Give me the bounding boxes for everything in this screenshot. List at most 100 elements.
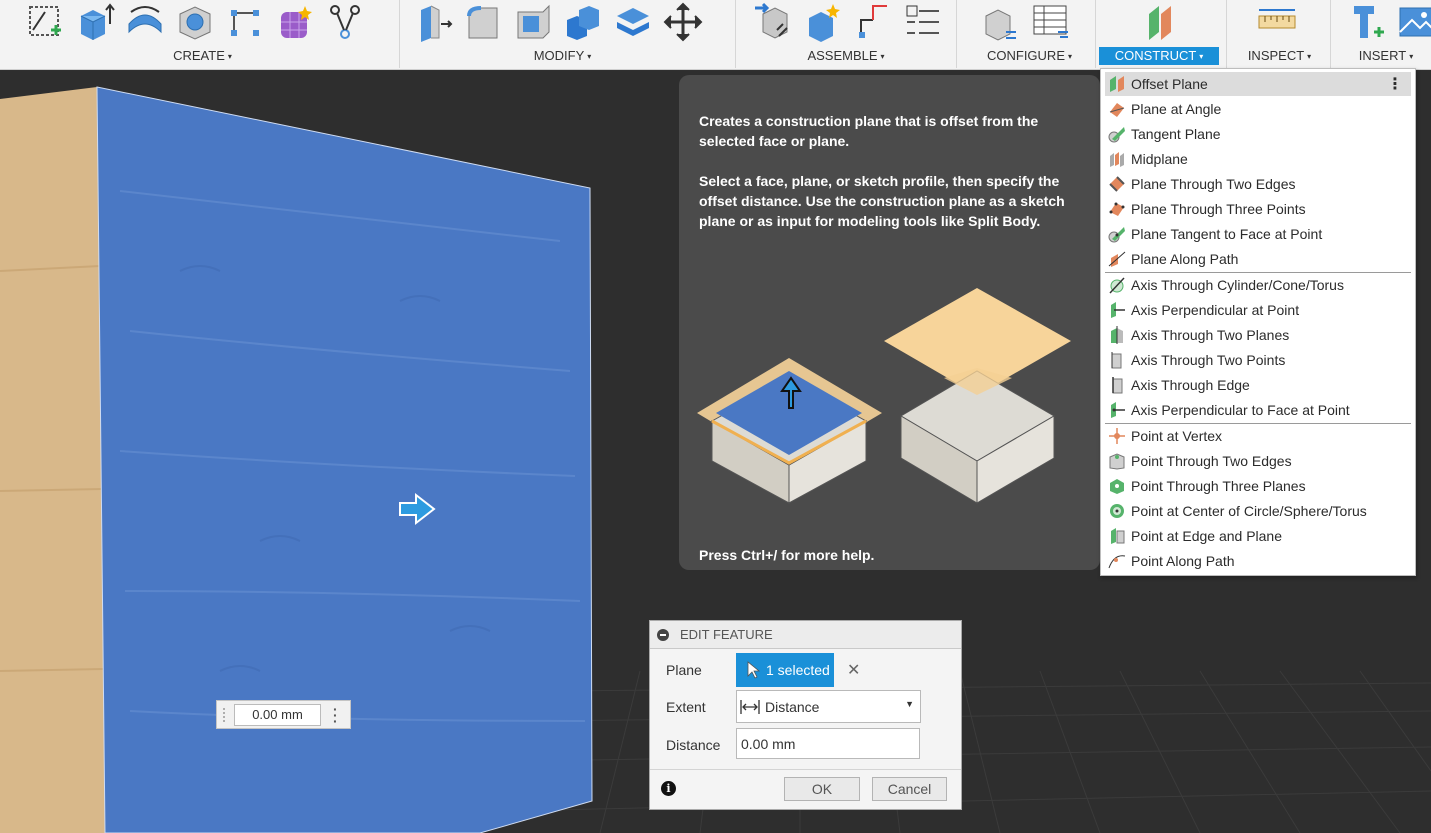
- menu-item-plane-at-angle[interactable]: Plane at Angle: [1105, 97, 1411, 121]
- construct-plane-icon[interactable]: [1136, 0, 1186, 44]
- create-group: CREATE ▾: [0, 0, 400, 70]
- shell-icon[interactable]: [508, 0, 558, 44]
- menu-item-tangent-plane[interactable]: Tangent Plane: [1105, 122, 1411, 146]
- point-three-planes-icon: [1107, 476, 1127, 496]
- inspect-menu[interactable]: INSPECT ▾: [1237, 47, 1322, 65]
- point-center-icon: [1107, 501, 1127, 521]
- menu-item-plane-three-points[interactable]: Plane Through Three Points: [1105, 197, 1411, 221]
- move-icon[interactable]: [658, 0, 708, 44]
- measure-icon[interactable]: [1252, 0, 1302, 44]
- wood-side-face: [0, 87, 105, 833]
- axis-perpendicular-point-icon: [1107, 300, 1127, 320]
- insert-menu[interactable]: INSERT ▾: [1346, 47, 1426, 65]
- replace-face-icon[interactable]: [608, 0, 658, 44]
- distance-field[interactable]: 0.00 mm: [736, 728, 920, 759]
- new-sketch-icon[interactable]: [20, 0, 70, 44]
- hole-icon[interactable]: [170, 0, 220, 44]
- modify-menu[interactable]: MODIFY ▾: [525, 47, 600, 65]
- plane-selection-button[interactable]: 1 selected: [736, 653, 834, 687]
- tooltip-description: Creates a construction plane that is off…: [699, 113, 1039, 149]
- info-icon[interactable]: i: [661, 781, 676, 796]
- modify-label: MODIFY: [533, 48, 585, 63]
- menu-item-label: Offset Plane: [1131, 76, 1208, 92]
- joint-origin-icon[interactable]: [898, 0, 948, 44]
- configure-menu[interactable]: CONFIGURE ▾: [977, 47, 1082, 65]
- chevron-down-icon: ▼: [905, 699, 914, 709]
- distance-icon: [740, 699, 760, 714]
- collapse-icon[interactable]: [657, 628, 669, 641]
- menu-item-label: Plane Through Three Points: [1131, 201, 1306, 217]
- distance-label: Distance: [666, 737, 721, 753]
- extent-dropdown[interactable]: Distance ▼: [736, 690, 921, 723]
- menu-item-midplane[interactable]: Midplane: [1105, 147, 1411, 171]
- menu-item-plane-along-path[interactable]: Plane Along Path: [1105, 247, 1411, 271]
- grip-icon[interactable]: [221, 707, 227, 723]
- menu-item-label: Plane at Angle: [1131, 101, 1222, 117]
- clear-selection-icon[interactable]: ✕: [847, 660, 860, 680]
- tangent-plane-icon: [1107, 124, 1127, 144]
- distance-heads-up-input: 0.00 mm · · ·: [216, 700, 351, 729]
- assemble-group: ASSEMBLE ▾: [736, 0, 956, 70]
- construct-group: CONSTRUCT ▾: [1096, 0, 1226, 70]
- axis-cylinder-icon: [1107, 275, 1127, 295]
- menu-item-point-center[interactable]: Point at Center of Circle/Sphere/Torus: [1105, 499, 1411, 523]
- menu-item-label: Point at Center of Circle/Sphere/Torus: [1131, 503, 1367, 519]
- axis-edge-icon: [1107, 375, 1127, 395]
- menu-item-label: Plane Through Two Edges: [1131, 176, 1296, 192]
- menu-item-point-edge-plane[interactable]: Point at Edge and Plane: [1105, 524, 1411, 548]
- create-form-icon[interactable]: [270, 0, 320, 44]
- dialog-title: EDIT FEATURE: [680, 627, 773, 642]
- cancel-button[interactable]: Cancel: [872, 777, 947, 801]
- chevron-down-icon: ▾: [1409, 51, 1414, 61]
- joint-icon[interactable]: [798, 0, 848, 44]
- menu-item-plane-tangent-face[interactable]: Plane Tangent to Face at Point: [1105, 222, 1411, 246]
- chevron-down-icon: ▾: [880, 51, 885, 61]
- more-options-icon[interactable]: · · ·: [333, 702, 338, 728]
- offset-plane-illustration: [697, 288, 1071, 504]
- menu-item-point-three-planes[interactable]: Point Through Three Planes: [1105, 474, 1411, 498]
- combine-icon[interactable]: [558, 0, 608, 44]
- derive-icon[interactable]: [320, 0, 370, 44]
- change-parameters-icon[interactable]: [975, 0, 1025, 44]
- distance-input[interactable]: 0.00 mm: [234, 704, 321, 726]
- construct-menu[interactable]: CONSTRUCT ▾: [1099, 47, 1219, 65]
- menu-item-axis-two-planes[interactable]: Axis Through Two Planes: [1105, 323, 1411, 347]
- point-along-path-icon: [1107, 551, 1127, 571]
- menu-item-axis-edge[interactable]: Axis Through Edge: [1105, 373, 1411, 397]
- menu-item-axis-two-points[interactable]: Axis Through Two Points: [1105, 348, 1411, 372]
- menu-item-axis-perpendicular-point[interactable]: Axis Perpendicular at Point: [1105, 298, 1411, 322]
- more-options-icon[interactable]: ⋮: [1387, 74, 1403, 94]
- midplane-icon: [1107, 149, 1127, 169]
- ok-button[interactable]: OK: [784, 777, 860, 801]
- menu-item-axis-cylinder[interactable]: Axis Through Cylinder/Cone/Torus: [1105, 273, 1411, 297]
- inspect-group: INSPECT ▾: [1227, 0, 1330, 70]
- insert-canvas-icon[interactable]: [1391, 0, 1431, 44]
- extrude-icon[interactable]: [70, 0, 120, 44]
- point-vertex-icon: [1107, 426, 1127, 446]
- inspect-label: INSPECT: [1247, 48, 1305, 63]
- menu-item-label: Point Through Two Edges: [1131, 453, 1292, 469]
- menu-item-axis-perpendicular-face[interactable]: Axis Perpendicular to Face at Point: [1105, 398, 1411, 422]
- new-component-icon[interactable]: [748, 0, 798, 44]
- rectangular-pattern-icon[interactable]: [220, 0, 270, 44]
- fillet-icon[interactable]: [458, 0, 508, 44]
- assemble-menu[interactable]: ASSEMBLE ▾: [801, 47, 891, 65]
- create-menu[interactable]: CREATE ▾: [165, 47, 240, 65]
- chevron-down-icon: ▾: [1199, 51, 1204, 61]
- offset-plane-icon: [1107, 74, 1127, 94]
- insert-mcmaster-icon[interactable]: [1341, 0, 1391, 44]
- plane-three-points-icon: [1107, 199, 1127, 219]
- axis-two-planes-icon: [1107, 325, 1127, 345]
- chevron-down-icon: ▾: [1307, 51, 1312, 61]
- plane-two-edges-icon: [1107, 174, 1127, 194]
- press-pull-icon[interactable]: [408, 0, 458, 44]
- cursor-icon: [747, 661, 760, 679]
- menu-item-plane-two-edges[interactable]: Plane Through Two Edges: [1105, 172, 1411, 196]
- configure-table-icon[interactable]: [1025, 0, 1075, 44]
- menu-item-point-vertex[interactable]: Point at Vertex: [1105, 424, 1411, 448]
- as-built-joint-icon[interactable]: [848, 0, 898, 44]
- revolve-icon[interactable]: [120, 0, 170, 44]
- menu-item-offset-plane[interactable]: Offset Plane ⋮: [1105, 72, 1411, 96]
- menu-item-point-two-edges[interactable]: Point Through Two Edges: [1105, 449, 1411, 473]
- menu-item-point-along-path[interactable]: Point Along Path: [1105, 549, 1411, 573]
